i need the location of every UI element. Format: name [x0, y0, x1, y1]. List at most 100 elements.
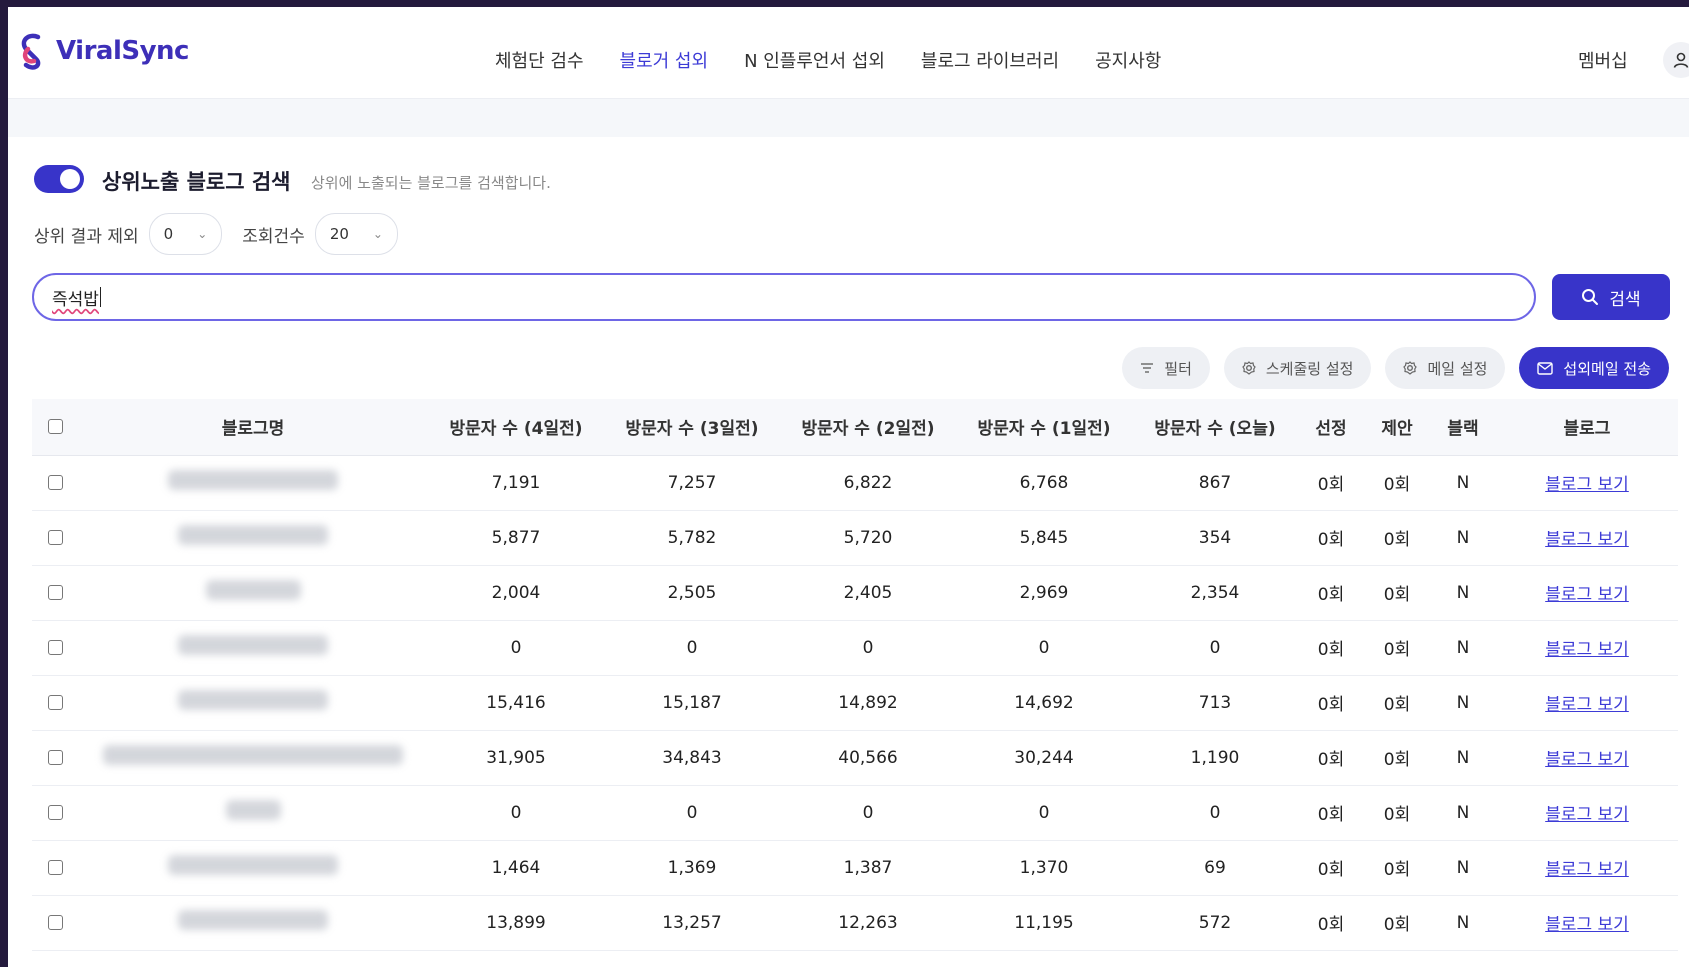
nav-item-notices[interactable]: 공지사항: [1095, 47, 1161, 73]
view-blog-link[interactable]: 블로그 보기: [1545, 695, 1629, 715]
visitors-today: 0: [1132, 785, 1298, 841]
row-select-cell[interactable]: [32, 895, 78, 951]
visitors-4d: 0: [428, 620, 604, 676]
table-row: 0 0 0 0 0 0회 0회 N 블로그 보기: [32, 620, 1678, 676]
row-checkbox[interactable]: [47, 475, 63, 490]
row-select-cell[interactable]: [32, 675, 78, 731]
visitors-2d: 5,720: [780, 510, 956, 566]
scheduling-settings-label: 스케줄링 설정: [1265, 359, 1354, 378]
view-blog-link[interactable]: 블로그 보기: [1545, 530, 1629, 550]
view-blog-link[interactable]: 블로그 보기: [1545, 805, 1629, 825]
blacklist-flag: N: [1430, 620, 1496, 676]
header-visitors-3d: 방문자 수 (3일전): [604, 399, 780, 456]
blog-name-cell: [78, 840, 428, 896]
row-select-cell[interactable]: [32, 565, 78, 621]
nav-item-membership[interactable]: 멤버십: [1578, 47, 1628, 73]
mail-settings-button[interactable]: 메일 설정: [1385, 347, 1506, 389]
view-blog-link[interactable]: 블로그 보기: [1545, 750, 1629, 770]
blacklist-flag: N: [1430, 730, 1496, 786]
top-exposure-toggle[interactable]: [34, 165, 84, 193]
exclude-top-select[interactable]: 0 ⌄: [148, 213, 223, 255]
row-checkbox[interactable]: [47, 750, 63, 765]
send-outreach-mail-button[interactable]: 섭외메일 전송: [1519, 347, 1669, 389]
blurred-blog-name: [103, 745, 403, 765]
profile-button[interactable]: [1663, 42, 1689, 78]
blacklist-flag: N: [1430, 785, 1496, 841]
visitors-4d: 7,191: [428, 455, 604, 511]
visitors-today: 867: [1132, 455, 1298, 511]
visitors-4d: 5,877: [428, 510, 604, 566]
blacklist-flag: N: [1430, 455, 1496, 511]
proposed-count: 0회: [1364, 895, 1430, 951]
row-checkbox[interactable]: [47, 860, 63, 875]
visitors-2d: 1,387: [780, 840, 956, 896]
select-all-checkbox[interactable]: [47, 419, 63, 435]
table-body: 7,191 7,257 6,822 6,768 867 0회 0회 N 블로그 보기 5,877 5…: [32, 455, 1678, 951]
row-checkbox[interactable]: [47, 585, 63, 600]
count-select[interactable]: 20 ⌄: [314, 213, 398, 255]
blacklist-flag: N: [1430, 675, 1496, 731]
search-input[interactable]: 즉석밥: [32, 273, 1536, 321]
nav-item-influencer-outreach[interactable]: N 인플루언서 섭외: [744, 47, 885, 73]
proposed-count: 0회: [1364, 785, 1430, 841]
visitors-2d: 0: [780, 620, 956, 676]
row-select-cell[interactable]: [32, 510, 78, 566]
view-blog-link[interactable]: 블로그 보기: [1545, 585, 1629, 605]
filter-button[interactable]: 필터: [1122, 347, 1210, 389]
select-all-cell[interactable]: [32, 399, 78, 456]
row-select-cell[interactable]: [32, 730, 78, 786]
view-blog-link[interactable]: 블로그 보기: [1545, 475, 1629, 495]
scheduling-settings-button[interactable]: 스케줄링 설정: [1223, 347, 1372, 389]
blog-name-cell: [78, 895, 428, 951]
blog-name-cell: [78, 785, 428, 841]
row-checkbox[interactable]: [47, 805, 63, 820]
nav-item-blogger-outreach[interactable]: 블로거 섭외: [620, 47, 709, 73]
row-checkbox[interactable]: [47, 530, 63, 545]
filter-row: 상위 결과 제외 0 ⌄ 조회건수 20 ⌄: [34, 213, 418, 255]
row-checkbox[interactable]: [47, 915, 63, 930]
table-row: 31,905 34,843 40,566 30,244 1,190 0회 0회 N 블로그 보기: [32, 730, 1678, 786]
row-checkbox[interactable]: [47, 640, 63, 655]
nav-item-blog-library[interactable]: 블로그 라이브러리: [921, 47, 1059, 73]
proposed-count: 0회: [1364, 565, 1430, 621]
visitors-4d: 15,416: [428, 675, 604, 731]
table-row: 15,416 15,187 14,892 14,692 713 0회 0회 N 블로그 보기: [32, 675, 1678, 731]
view-blog-link[interactable]: 블로그 보기: [1545, 915, 1629, 935]
view-blog-link[interactable]: 블로그 보기: [1545, 640, 1629, 660]
row-select-cell[interactable]: [32, 620, 78, 676]
visitors-3d: 15,187: [604, 675, 780, 731]
visitors-3d: 0: [604, 620, 780, 676]
row-select-cell[interactable]: [32, 840, 78, 896]
blog-link-cell: 블로그 보기: [1496, 730, 1678, 786]
blurred-blog-name: [168, 855, 338, 875]
header-visitors-1d: 방문자 수 (1일전): [956, 399, 1132, 456]
visitors-1d: 5,845: [956, 510, 1132, 566]
visitors-1d: 0: [956, 620, 1132, 676]
filter-button-label: 필터: [1164, 359, 1192, 378]
row-select-cell[interactable]: [32, 785, 78, 841]
visitors-3d: 2,505: [604, 565, 780, 621]
row-select-cell[interactable]: [32, 455, 78, 511]
search-button[interactable]: 검색: [1552, 274, 1670, 320]
visitors-1d: 11,195: [956, 895, 1132, 951]
visitors-today: 572: [1132, 895, 1298, 951]
nav-item-experience-review[interactable]: 체험단 검수: [495, 47, 584, 73]
selected-count: 0회: [1298, 620, 1364, 676]
logo[interactable]: ViralSync: [16, 31, 189, 71]
exclude-top-value: 0: [163, 225, 174, 243]
blog-results-table: 블로그명 방문자 수 (4일전) 방문자 수 (3일전) 방문자 수 (2일전)…: [32, 399, 1678, 951]
view-blog-link[interactable]: 블로그 보기: [1545, 860, 1629, 880]
chevron-down-icon: ⌄: [372, 227, 383, 241]
proposed-count: 0회: [1364, 730, 1430, 786]
table-header-row: 블로그명 방문자 수 (4일전) 방문자 수 (3일전) 방문자 수 (2일전)…: [32, 399, 1678, 456]
action-toolbar: 필터 스케줄링 설정 메일 설정 섭외메일 전송: [1122, 347, 1669, 389]
visitors-2d: 0: [780, 785, 956, 841]
logo-text: ViralSync: [56, 36, 189, 66]
row-checkbox[interactable]: [47, 695, 63, 710]
header-proposed: 제안: [1364, 399, 1430, 456]
user-icon: [1673, 52, 1689, 68]
blog-name-cell: [78, 565, 428, 621]
text-caret: [99, 287, 101, 307]
visitors-1d: 1,370: [956, 840, 1132, 896]
logo-icon: [21, 33, 41, 70]
